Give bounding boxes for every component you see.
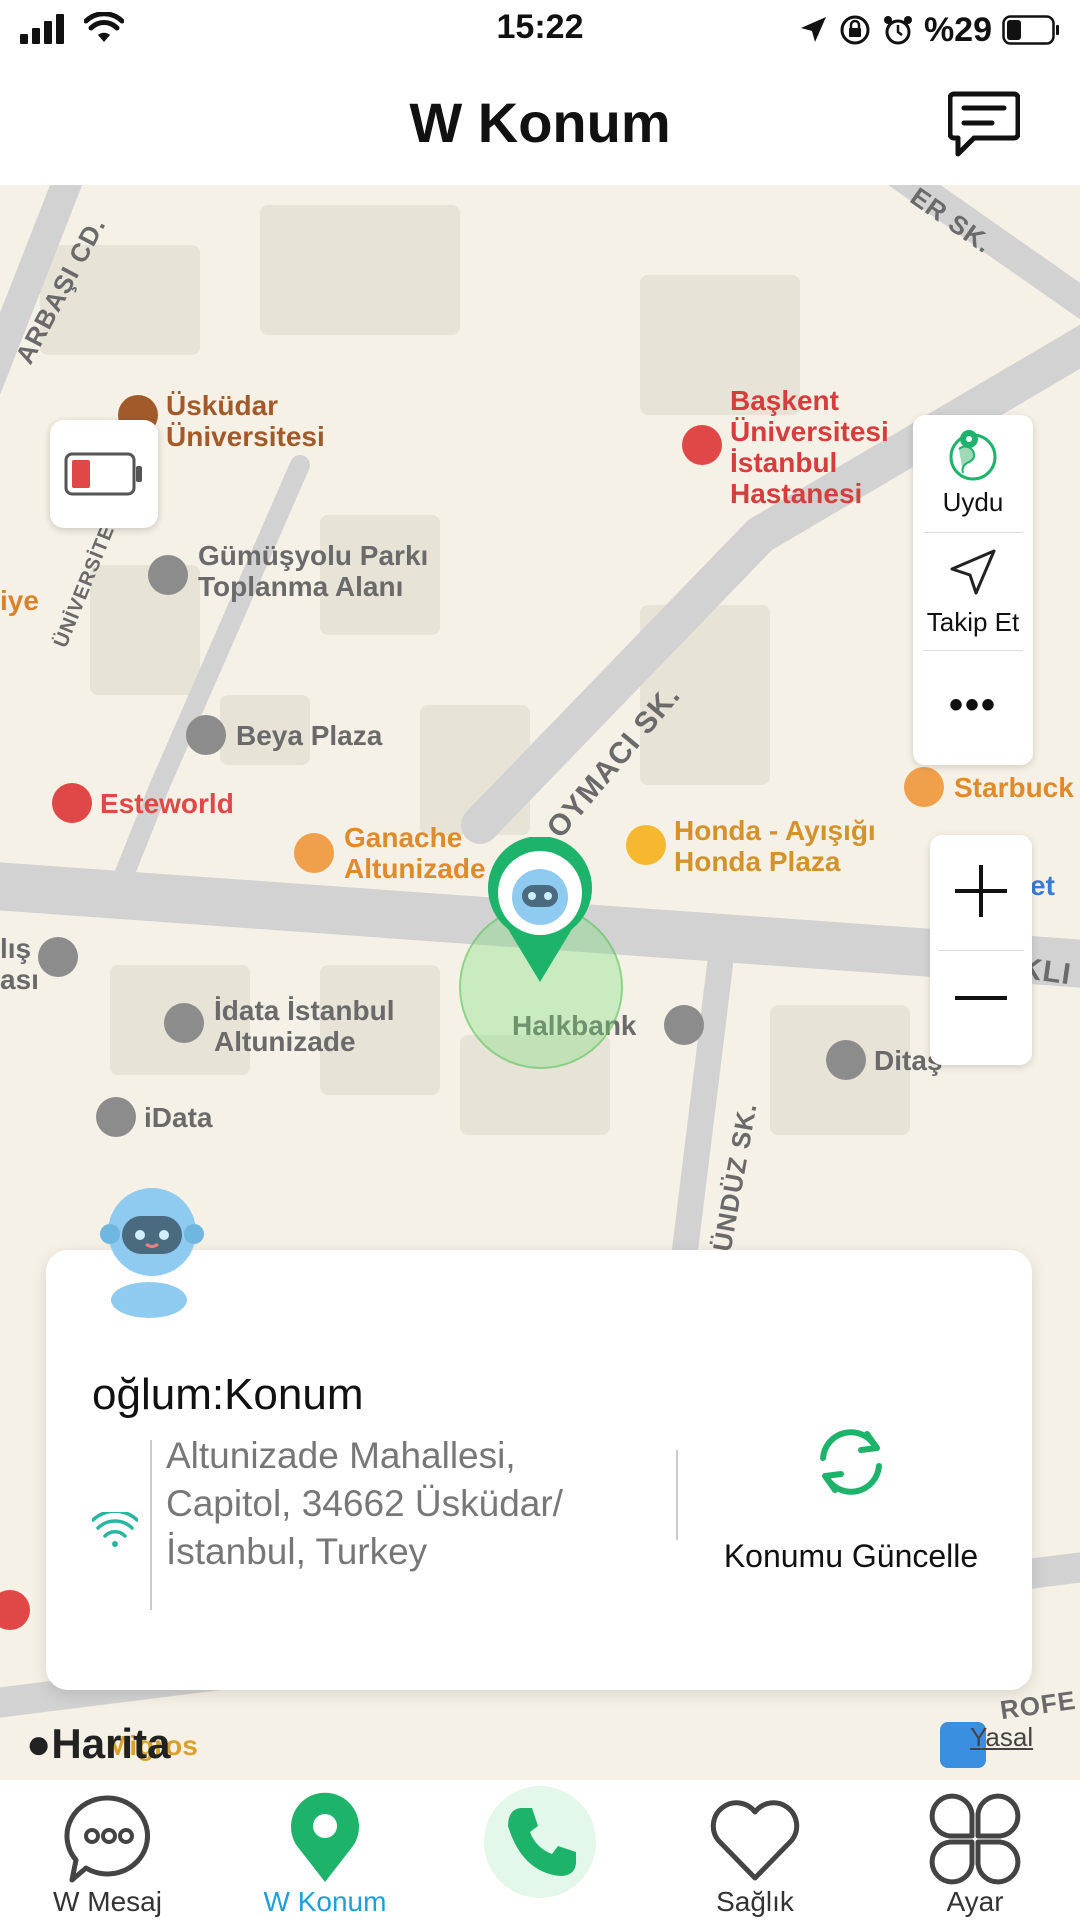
more-button[interactable]: ••• bbox=[913, 655, 1033, 765]
cafe-icon bbox=[294, 833, 334, 873]
zoom-in-button[interactable] bbox=[930, 835, 1032, 947]
map-side-panel: Uydu Takip Et ••• bbox=[913, 415, 1033, 765]
location-address: Altunizade Mahallesi, Capitol, 34662 Üsk… bbox=[166, 1435, 563, 1572]
refresh-location-label: Konumu Güncelle bbox=[723, 1538, 979, 1574]
tab-label: Sağlık bbox=[716, 1886, 794, 1917]
battery-percent: %29 bbox=[923, 10, 992, 49]
poi-label: Esteworld bbox=[100, 788, 234, 819]
low-battery-icon bbox=[64, 452, 142, 496]
maps-label: Harita bbox=[51, 1720, 171, 1767]
clinic-icon bbox=[52, 783, 92, 823]
status-right: %29 bbox=[798, 8, 1060, 52]
phone-icon bbox=[508, 1808, 576, 1876]
satellite-label: Uydu bbox=[942, 487, 1004, 517]
tab-label: W Konum bbox=[263, 1886, 387, 1917]
rotation-lock-icon bbox=[840, 15, 870, 45]
device-battery-button[interactable] bbox=[50, 420, 158, 528]
hospital-icon bbox=[682, 425, 722, 465]
bank-icon bbox=[664, 1005, 704, 1045]
poi-label: İdata İstanbul Altunizade bbox=[214, 995, 395, 1057]
poi-label: Gümüşyolu Parkı Toplanma Alanı bbox=[198, 540, 429, 602]
car-dealer-icon bbox=[626, 825, 666, 865]
divider bbox=[923, 532, 1023, 533]
robot-avatar-icon bbox=[100, 1188, 204, 1318]
poi-label: et bbox=[1030, 870, 1055, 901]
tab-w-konum[interactable]: W Konum bbox=[240, 1780, 410, 1920]
poi-label: Üsküdar Üniversitesi bbox=[166, 390, 325, 452]
page-title: W Konum bbox=[409, 91, 671, 154]
chat-button[interactable] bbox=[947, 90, 1021, 158]
more-dots-icon: ••• bbox=[948, 683, 997, 727]
poi-label: Honda - Ayışığı Honda Plaza bbox=[674, 815, 876, 877]
museum-icon bbox=[38, 937, 78, 977]
place-icon bbox=[96, 1097, 136, 1137]
cafe-icon bbox=[904, 767, 944, 807]
follow-label: Takip Et bbox=[926, 607, 1020, 637]
navigation-arrow-icon bbox=[950, 549, 996, 595]
poi-label: Starbuck bbox=[954, 772, 1074, 803]
tab-saglik[interactable]: Sağlık bbox=[670, 1780, 840, 1920]
chat-bubble-icon bbox=[947, 91, 1021, 157]
place-icon bbox=[826, 1040, 866, 1080]
wifi-icon bbox=[92, 1512, 138, 1547]
location-pin-icon[interactable] bbox=[480, 837, 600, 987]
heart-icon bbox=[710, 1800, 800, 1881]
poi-label: iData bbox=[144, 1102, 213, 1133]
divider bbox=[150, 1440, 152, 1610]
divider bbox=[938, 950, 1024, 951]
poi-label: Başkent Üniversitesi İstanbul Hastanesi bbox=[730, 385, 889, 509]
tab-label: W Mesaj bbox=[53, 1886, 162, 1917]
location-card: oğlum:Konum Altunizade Mahallesi, Capito… bbox=[46, 1188, 1032, 1690]
apple-maps-attribution: ●Harita bbox=[26, 1720, 170, 1768]
zoom-out-button[interactable] bbox=[930, 953, 1032, 1065]
poi-label: iye bbox=[0, 585, 39, 616]
tab-ayar[interactable]: Ayar bbox=[890, 1780, 1060, 1920]
satellite-button[interactable]: Uydu bbox=[913, 415, 1033, 525]
legal-link[interactable]: Yasal bbox=[970, 1722, 1033, 1753]
alarm-icon bbox=[883, 16, 912, 45]
place-icon bbox=[186, 715, 226, 755]
tab-bar: W Mesaj W Konum Sağlık Ayar bbox=[0, 1780, 1080, 1920]
location-card-title: oğlum:Konum bbox=[92, 1370, 364, 1419]
poi-label: Ganache Altunizade bbox=[344, 822, 486, 884]
message-bubble-icon bbox=[64, 1795, 150, 1883]
location-pin-icon bbox=[291, 1792, 359, 1882]
divider bbox=[923, 650, 1023, 651]
place-icon bbox=[164, 1003, 204, 1043]
place-icon bbox=[148, 555, 188, 595]
plus-icon bbox=[955, 865, 1007, 917]
refresh-icon bbox=[820, 1429, 882, 1495]
battery-icon bbox=[1002, 15, 1059, 45]
nav-bar: W Konum bbox=[0, 60, 1080, 185]
zoom-controls bbox=[930, 835, 1032, 1065]
divider bbox=[676, 1450, 678, 1540]
apple-logo-icon: ● bbox=[26, 1720, 52, 1767]
tab-label: Ayar bbox=[946, 1886, 1004, 1917]
follow-button[interactable]: Takip Et bbox=[913, 535, 1033, 645]
location-arrow-icon bbox=[800, 17, 826, 42]
settings-clover-icon bbox=[929, 1793, 1021, 1885]
minus-icon bbox=[955, 996, 1007, 1000]
status-bar: 15:22 %29 bbox=[0, 0, 1080, 60]
refresh-location-button[interactable]: Konumu Güncelle bbox=[686, 1420, 1016, 1580]
poi-label: lış ası bbox=[0, 933, 39, 995]
tab-w-mesaj[interactable]: W Mesaj bbox=[20, 1780, 195, 1920]
globe-icon bbox=[949, 430, 997, 481]
poi-label: Beya Plaza bbox=[236, 720, 383, 751]
tab-call[interactable] bbox=[470, 1780, 610, 1920]
